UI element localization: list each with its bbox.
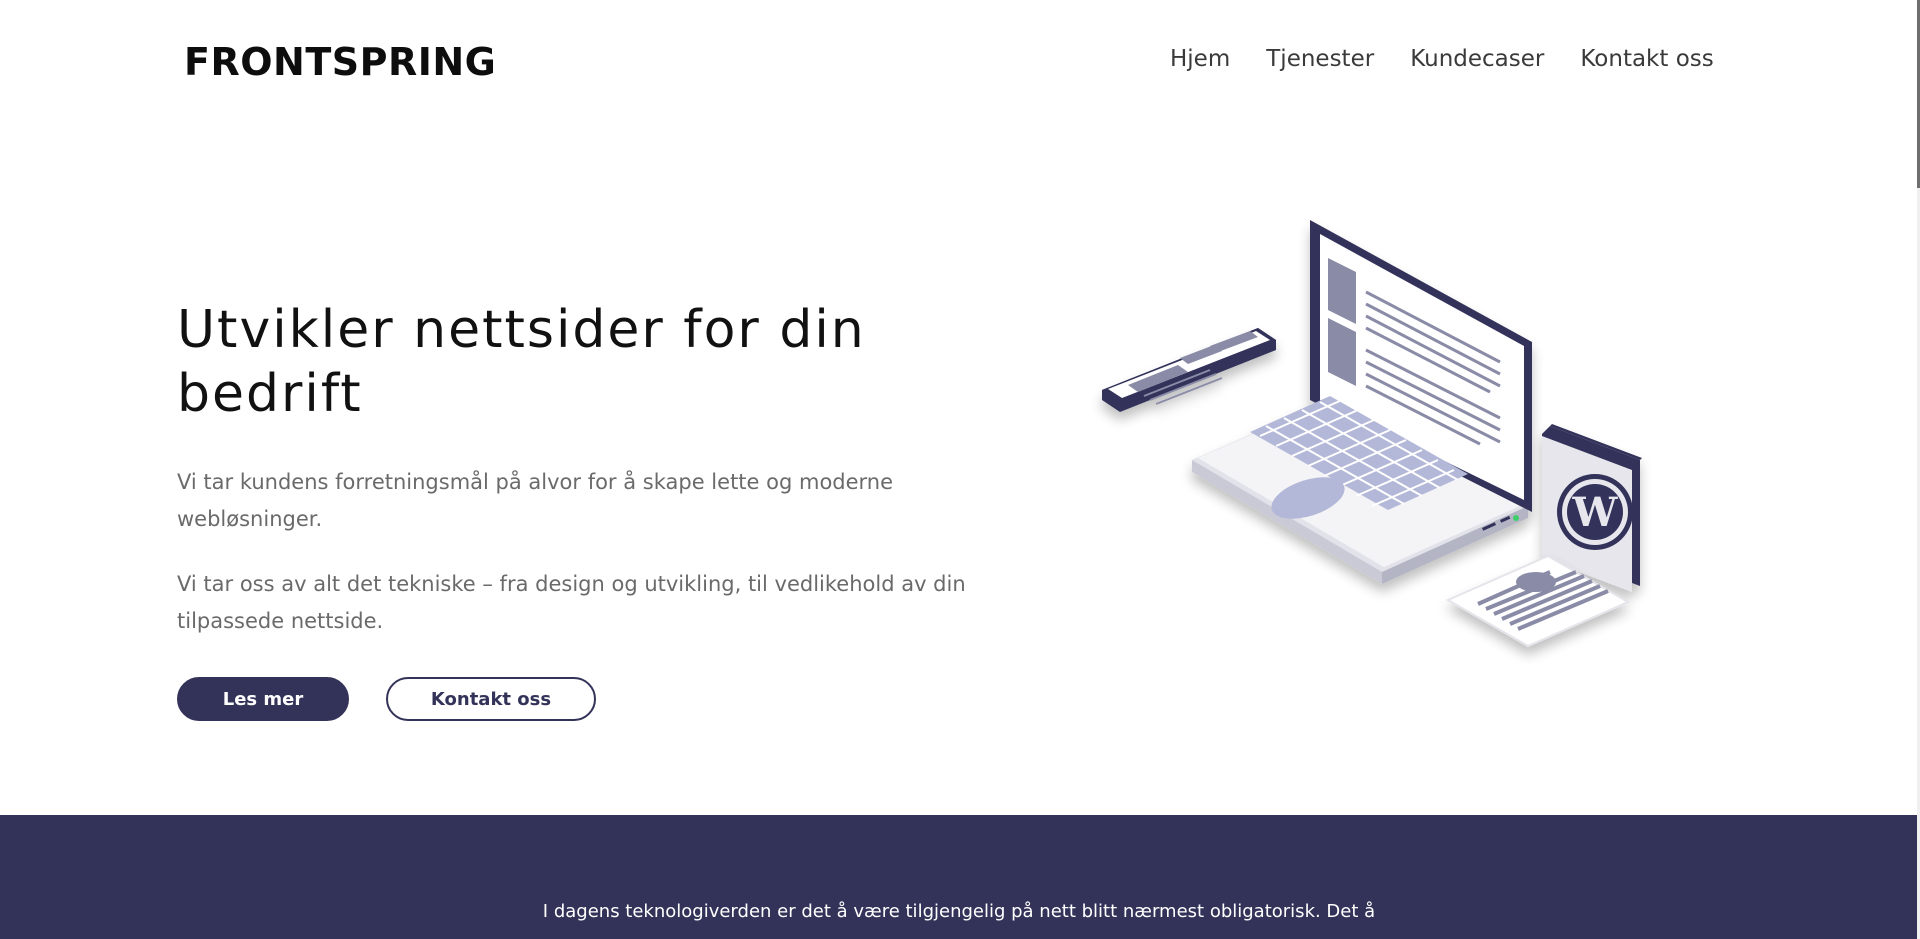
nav-item-kundecaser[interactable]: Kundecaser (1410, 46, 1544, 72)
nav-item-hjem[interactable]: Hjem (1170, 46, 1230, 72)
hero-paragraph-1: Vi tar kundens forretningsmål på alvor f… (177, 470, 894, 531)
phone-icon (1102, 328, 1276, 412)
svg-text:W: W (1572, 489, 1619, 536)
hero-paragraph-2: Vi tar oss av alt det tekniske – fra des… (177, 572, 966, 633)
hero-title: Utvikler nettsider for din bedrift (177, 300, 866, 424)
laptop-icon (1192, 220, 1532, 584)
nav-item-tjenester[interactable]: Tjenester (1266, 46, 1374, 72)
kontakt-oss-button[interactable]: Kontakt oss (386, 677, 596, 721)
hero-illustration: W (1102, 220, 1642, 648)
intro-band: I dagens teknologiverden er det å være t… (0, 815, 1918, 939)
page: FRONTSPRING Hjem Tjenester Kundecaser Ko… (0, 0, 1920, 939)
main-nav: Hjem Tjenester Kundecaser Kontakt oss (1170, 46, 1714, 72)
intro-band-text: I dagens teknologiverden er det å være t… (542, 901, 1376, 922)
nav-item-kontakt-oss[interactable]: Kontakt oss (1580, 46, 1713, 72)
les-mer-button[interactable]: Les mer (177, 677, 349, 721)
site-logo[interactable]: FRONTSPRING (184, 40, 496, 84)
